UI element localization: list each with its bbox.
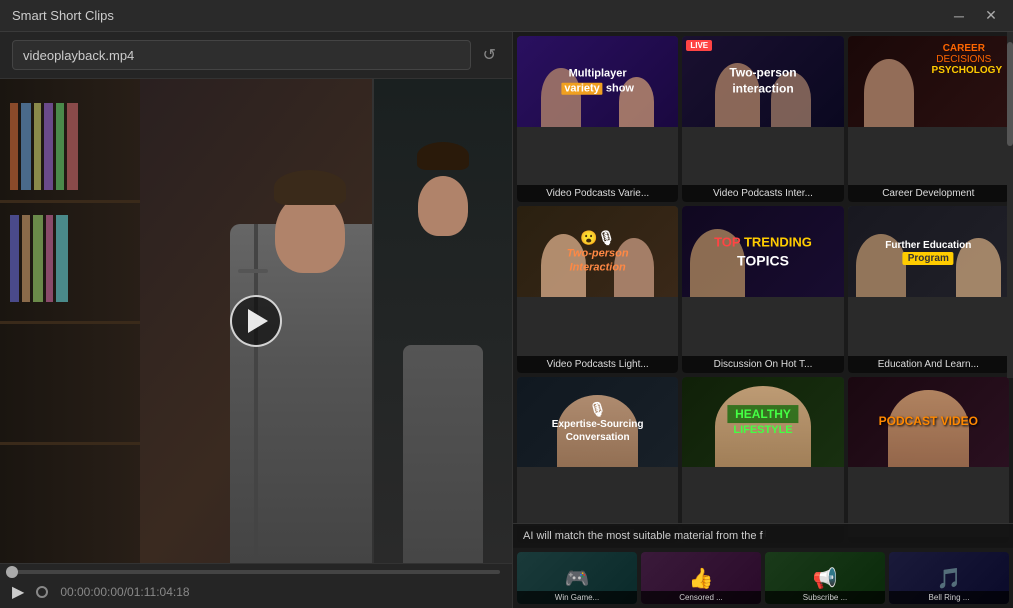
template-thumb-7: 🎙 Expertise-SourcingConversation: [517, 377, 678, 468]
template-thumb-4: 😮🎙 Two-personInteraction: [517, 206, 678, 297]
small-template-label-2: Censored ...: [641, 591, 761, 604]
small-template-censored[interactable]: 👍 Censored ...: [641, 552, 761, 604]
templates-grid: Multiplayervariety show Video Podcasts V…: [513, 32, 1013, 547]
progress-dot: [6, 566, 18, 578]
file-input-bar: ↺: [0, 32, 512, 79]
template-text-7: 🎙 Expertise-SourcingConversation: [525, 396, 670, 448]
template-card-5[interactable]: TOP TRENDING TOPICS Discussion On Hot T.…: [682, 206, 843, 372]
template-card-2[interactable]: LIVE Two-personinteraction Video Podcast…: [682, 36, 843, 202]
left-panel: ↺: [0, 32, 513, 608]
template-label-4: Video Podcasts Light...: [517, 356, 678, 373]
small-template-label-3: Subscribe ...: [765, 591, 885, 604]
scrollbar-thumb: [1007, 42, 1013, 146]
total-time: /01:11:04:18: [124, 585, 190, 599]
small-template-subscribe[interactable]: 📢 Subscribe ...: [765, 552, 885, 604]
current-time: 00:00:00:00: [60, 585, 123, 599]
template-text-5: TOP TRENDING TOPICS: [690, 230, 835, 273]
template-label-3: Career Development: [848, 185, 1009, 202]
template-label-2: Video Podcasts Inter...: [682, 185, 843, 202]
time-display: 00:00:00:00/01:11:04:18: [60, 585, 500, 599]
template-thumb-3: CAREER DECISIONS PSYCHOLOGY: [848, 36, 1009, 127]
template-card-7[interactable]: 🎙 Expertise-SourcingConversation Video P…: [517, 377, 678, 543]
video-controls: ▶ 00:00:00:00/01:11:04:18: [0, 563, 512, 608]
small-template-label-4: Bell Ring ...: [889, 591, 1009, 604]
play-overlay-button[interactable]: [230, 295, 282, 347]
template-text-6: Further Education Program: [856, 235, 1001, 269]
file-path-input[interactable]: [12, 40, 471, 70]
template-label-1: Video Podcasts Varie...: [517, 185, 678, 202]
template-label-5: Discussion On Hot T...: [682, 356, 843, 373]
template-thumb-1: Multiplayervariety show: [517, 36, 678, 127]
play-icon: [248, 309, 268, 333]
bookshelf-decor: [0, 79, 160, 563]
template-card-1[interactable]: Multiplayervariety show Video Podcasts V…: [517, 36, 678, 202]
template-text-1: Multiplayervariety show: [525, 63, 670, 100]
template-card-3[interactable]: CAREER DECISIONS PSYCHOLOGY Career Devel…: [848, 36, 1009, 202]
window-controls: ─ ✕: [949, 7, 1001, 24]
live-badge-2: LIVE: [686, 40, 712, 51]
progress-bar[interactable]: [12, 570, 500, 574]
template-card-9[interactable]: PODCAST VIDEO: [848, 377, 1009, 543]
template-text-3: CAREER DECISIONS PSYCHOLOGY: [932, 43, 997, 76]
scrollbar[interactable]: [1007, 32, 1013, 378]
position-indicator: [36, 586, 48, 598]
small-template-bell-ring[interactable]: 🎵 Bell Ring ...: [889, 552, 1009, 604]
refresh-button[interactable]: ↺: [479, 41, 500, 69]
ai-match-banner: AI will match the most suitable material…: [513, 523, 1013, 548]
ai-banner-text: AI will match the most suitable material…: [523, 530, 763, 542]
video-frame: [0, 79, 512, 563]
template-text-8: HEALTHY LIFESTYLE: [690, 403, 835, 441]
minimize-button[interactable]: ─: [949, 7, 969, 24]
small-template-label-1: Win Game...: [517, 591, 637, 604]
play-button[interactable]: ▶: [12, 582, 24, 602]
template-label-6: Education And Learn...: [848, 356, 1009, 373]
template-thumb-9: PODCAST VIDEO: [848, 377, 1009, 468]
right-panel: Multiplayervariety show Video Podcasts V…: [513, 32, 1013, 608]
bottom-templates-row: 🎮 Win Game... 👍 Censored ... 📢 Subscribe…: [513, 547, 1013, 608]
template-text-4: 😮🎙 Two-personInteraction: [525, 224, 670, 279]
video-container: [0, 79, 512, 563]
template-thumb-6: Further Education Program: [848, 206, 1009, 297]
template-thumb-8: HEALTHY LIFESTYLE: [682, 377, 843, 468]
title-bar: Smart Short Clips ─ ✕: [0, 0, 1013, 32]
template-text-2: Two-personinteraction: [690, 62, 835, 101]
template-thumb-5: TOP TRENDING TOPICS: [682, 206, 843, 297]
template-card-4[interactable]: 😮🎙 Two-personInteraction Video Podcasts …: [517, 206, 678, 372]
close-button[interactable]: ✕: [981, 7, 1001, 24]
template-card-8[interactable]: HEALTHY LIFESTYLE H: [682, 377, 843, 543]
controls-row: ▶ 00:00:00:00/01:11:04:18: [12, 582, 500, 602]
app-title: Smart Short Clips: [12, 8, 114, 23]
template-thumb-2: LIVE Two-personinteraction: [682, 36, 843, 127]
small-template-win-game[interactable]: 🎮 Win Game...: [517, 552, 637, 604]
template-card-6[interactable]: Further Education Program Education And …: [848, 206, 1009, 372]
main-layout: ↺: [0, 32, 1013, 608]
template-text-9: PODCAST VIDEO: [856, 410, 1001, 434]
